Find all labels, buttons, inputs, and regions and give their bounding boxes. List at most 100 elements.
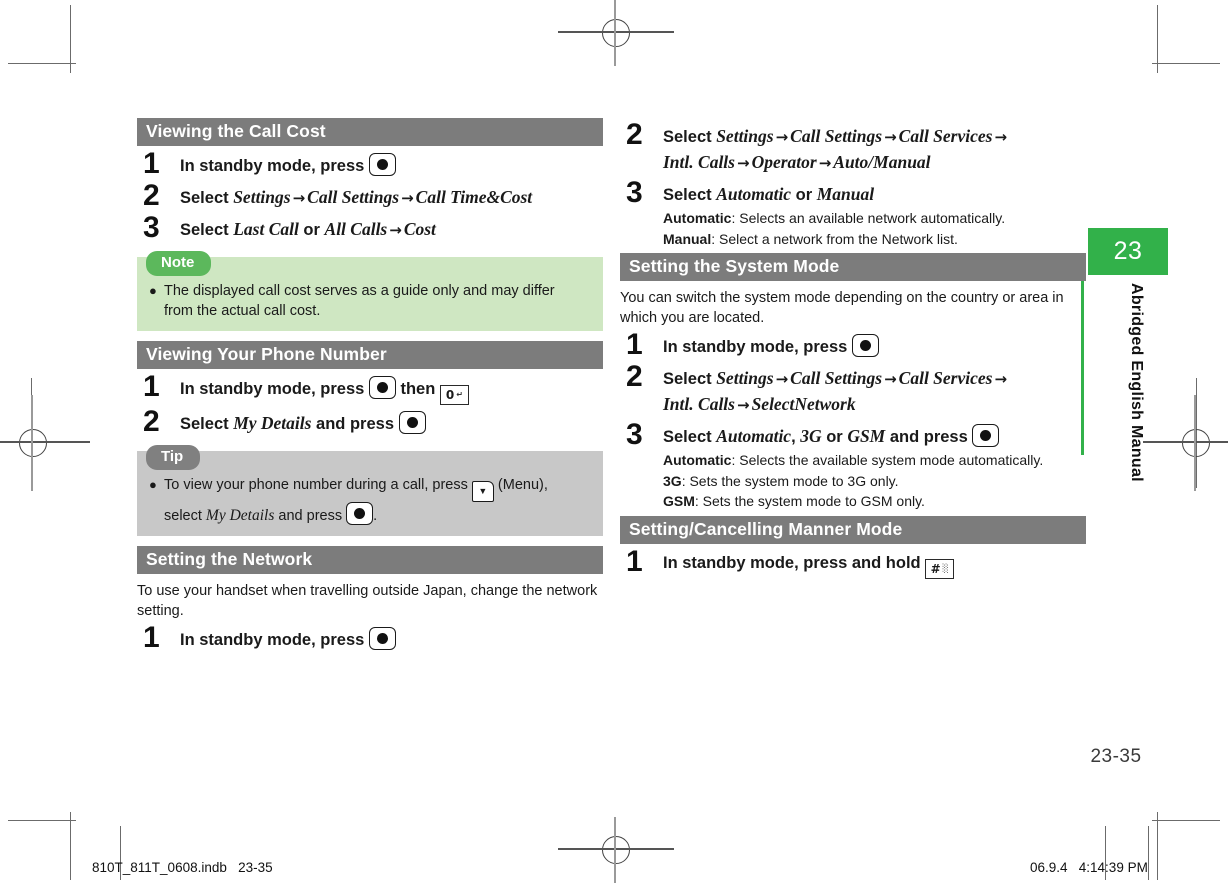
step-body: Select Settings → Call Settings → Call Servi…	[663, 124, 1086, 176]
option-label: Automatic	[663, 210, 732, 226]
registration-mark-left	[0, 395, 90, 491]
arrow-icon: →	[818, 154, 832, 172]
step-number: 3	[143, 211, 160, 244]
arrow-icon: →	[736, 396, 750, 414]
instruction-step: 2 Select Settings → Call Settings → Call Serv…	[620, 362, 1086, 418]
zero-key-icon: 0 ↵	[439, 385, 469, 405]
step-text: Select	[180, 189, 234, 207]
step-body: In standby mode, press	[180, 153, 603, 179]
callout-item: ● To view your phone number during a call…	[137, 475, 603, 526]
section-heading: Setting the Network	[137, 546, 603, 574]
arrow-icon: →	[736, 154, 750, 172]
callout-item-text: The displayed call cost serves as a guid…	[164, 283, 555, 319]
step-text: and press	[885, 428, 973, 446]
step-text: Select	[663, 370, 717, 388]
step-number: 1	[626, 544, 643, 578]
step-number: 3	[626, 176, 643, 209]
step-text: or	[821, 428, 848, 446]
arrow-icon: →	[884, 370, 897, 388]
center-select-key-icon	[851, 334, 879, 357]
menu-path-item: My Details	[233, 413, 312, 433]
step-body: In standby mode, press then 0 ↵	[180, 376, 603, 405]
hash-key-icon: # ░	[925, 558, 955, 579]
callout-item: ● The displayed call cost serves as a gui…	[137, 281, 603, 321]
menu-path-item: Call Services	[898, 126, 993, 146]
step-text: Select	[663, 128, 717, 146]
instruction-step: 1 In standby mode, press	[137, 149, 603, 179]
crop-mark-tl-v	[70, 5, 72, 73]
step-option-description: Manual: Select a network from the Networ…	[663, 230, 1086, 250]
instruction-step: 3 Select Last Call or All Calls → Cost	[137, 213, 603, 243]
menu-path-item: Settings	[716, 368, 774, 388]
option-text: : Sets the system mode to GSM only.	[694, 493, 925, 509]
step-text: In standby mode, press	[663, 338, 852, 356]
step-text: In standby mode, press	[180, 631, 369, 649]
step-text: Select	[663, 186, 717, 204]
crop-mark-bl-v	[70, 812, 72, 880]
center-select-key-icon	[398, 411, 426, 434]
instruction-step: 3 Select Automatic, 3G or GSM and press A…	[620, 420, 1086, 512]
footer-timestamp: 06.9.4 4:14:39 PM	[1030, 860, 1148, 875]
instruction-step: 1 In standby mode, press	[620, 330, 1086, 360]
callout-tab: Tip	[146, 445, 201, 470]
registration-mark-top	[558, 0, 674, 66]
option-label: Automatic	[663, 452, 732, 468]
section-heading: Setting/Cancelling Manner Mode	[620, 515, 1086, 544]
option-text: : Select a network from the Network list…	[711, 230, 958, 247]
menu-path-item: Cost	[403, 219, 436, 239]
option-text: : Selects an available network automatic…	[731, 210, 1006, 226]
menu-path-item: Intl. Calls	[663, 152, 735, 172]
menu-softkey-icon: ▼	[471, 481, 494, 502]
instruction-step: 1 In standby mode, press	[137, 623, 603, 653]
menu-path-item: Settings	[716, 126, 774, 146]
page-number: 23-35	[1090, 746, 1142, 767]
step-option-description: 3G: Sets the system mode to 3G only.	[663, 472, 1086, 492]
step-body: In standby mode, press	[663, 334, 1086, 360]
crop-mark-br-v	[1157, 812, 1159, 880]
instruction-step: 3 Select Automatic or Manual Automatic: Se…	[620, 178, 1086, 250]
instruction-step: 2 Select Settings → Call Settings → Call Serv…	[620, 120, 1086, 176]
arrow-icon: →	[775, 128, 789, 146]
crop-mark-br-h	[1152, 820, 1220, 822]
instruction-step: 1 In standby mode, press then 0 ↵	[137, 372, 603, 405]
menu-path-item: Call Settings	[790, 368, 883, 388]
instruction-step: 2 Select Settings → Call Settings → Call Time…	[137, 181, 603, 211]
menu-path-item: Auto/Manual	[833, 152, 931, 172]
menu-path-item: Settings	[233, 187, 291, 207]
step-number: 2	[143, 179, 160, 212]
step-number: 2	[626, 360, 643, 393]
step-text: then	[395, 380, 440, 398]
menu-path-item: Automatic	[716, 184, 792, 204]
callout-note: Note ● The displayed call cost serves as a…	[137, 251, 603, 331]
crop-mark-tr-v	[1157, 5, 1159, 73]
callout-tab: Note	[146, 251, 212, 276]
step-body: In standby mode, press	[180, 627, 603, 653]
callout-item-text: To view your phone number during a call,…	[164, 477, 548, 525]
step-option-description: GSM: Sets the system mode to GSM only.	[663, 492, 1086, 512]
section-intro: To use your handset when travelling outs…	[137, 583, 598, 619]
center-select-key-icon	[368, 627, 396, 650]
left-column: Viewing the Call Cost 1 In standby mode, p…	[137, 118, 603, 657]
step-body: Select Automatic, 3G or GSM and press	[663, 424, 1086, 450]
arrow-icon: →	[994, 128, 1008, 146]
menu-path-item: Manual	[816, 184, 875, 204]
section-heading: Viewing Your Phone Number	[137, 341, 603, 369]
menu-path-item: Intl. Calls	[663, 394, 735, 414]
bullet-icon: ●	[149, 283, 157, 298]
arrow-icon: →	[401, 189, 414, 207]
menu-path-item: Automatic	[716, 426, 792, 446]
registration-mark-bottom	[558, 817, 674, 883]
step-text: In standby mode, press	[180, 380, 369, 398]
step-text: or	[298, 221, 325, 239]
registration-mark-right	[1143, 395, 1228, 491]
menu-path-item: Operator	[751, 152, 817, 172]
step-text: or	[791, 186, 817, 204]
step-option-description: Automatic: Selects the available system …	[663, 451, 1086, 471]
center-select-key-icon	[972, 424, 1000, 447]
callout-tip: Tip ● To view your phone number during a c…	[137, 445, 603, 536]
arrow-icon: →	[994, 370, 1008, 388]
instruction-step: 2 Select My Details and press	[137, 407, 603, 437]
step-body: In standby mode, press and hold # ░	[663, 551, 1086, 579]
step-body: Select My Details and press	[180, 411, 603, 437]
footer-filename: 810T_811T_0608.indb 23-35	[92, 860, 273, 875]
